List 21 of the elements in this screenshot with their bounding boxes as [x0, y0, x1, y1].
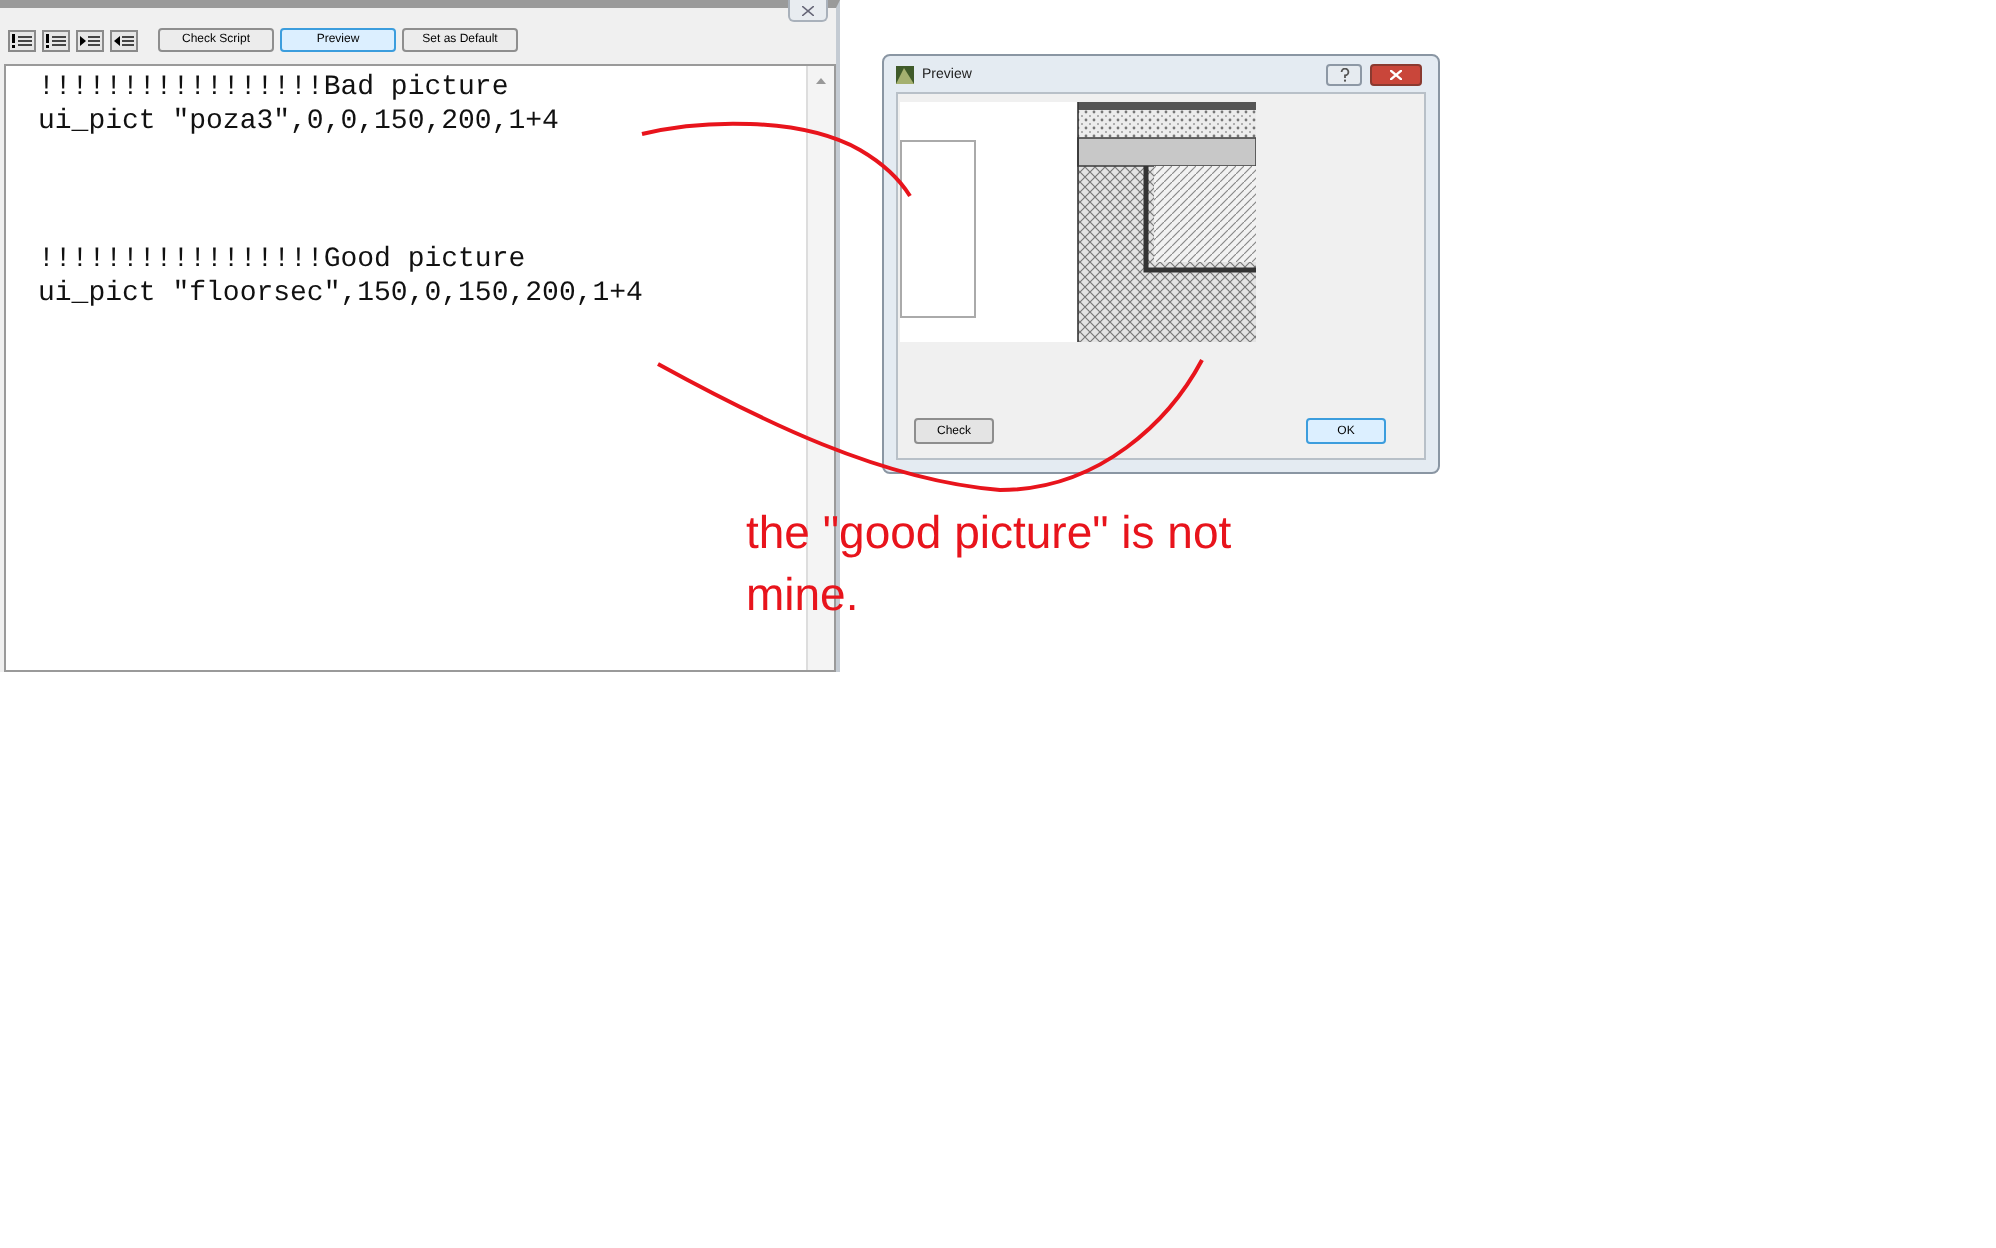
code-line: ui_pict "floorsec",150,0,150,200,1+4	[38, 278, 645, 312]
toolbar-button[interactable]	[8, 29, 36, 51]
help-icon	[1339, 67, 1349, 81]
outdent-icon	[114, 33, 134, 47]
help-button[interactable]	[1326, 63, 1362, 85]
toolbar-button[interactable]	[76, 29, 104, 51]
code-line: !!!!!!!!!!!!!!!!!Bad picture	[38, 72, 511, 106]
code-line: ui_pict "poza3",0,0,150,200,1+4	[38, 106, 561, 140]
indent-icon	[80, 33, 100, 47]
annotation-text: the "good picture" is not mine.	[746, 504, 1234, 624]
toolbar-button[interactable]	[110, 29, 138, 51]
close-button[interactable]	[788, 0, 828, 22]
exclamation-lines-icon	[46, 33, 66, 47]
scroll-up-icon	[816, 78, 826, 84]
code-line: !!!!!!!!!!!!!!!!!Good picture	[38, 244, 528, 278]
close-button[interactable]	[1370, 63, 1422, 85]
toolbar-button[interactable]	[42, 29, 70, 51]
close-icon	[802, 5, 814, 15]
app-icon	[896, 65, 914, 83]
close-icon	[1390, 69, 1402, 79]
exclamation-lines-icon	[12, 33, 32, 47]
